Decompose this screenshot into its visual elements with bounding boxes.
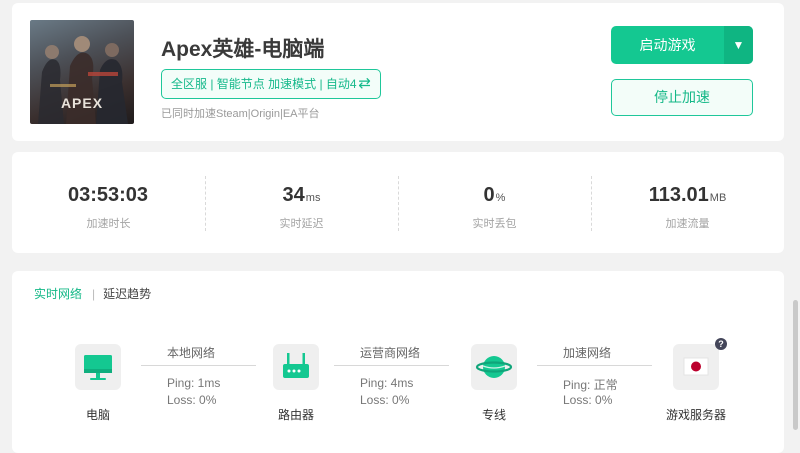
network-tabs: 实时网络 | 延迟趋势 bbox=[34, 285, 151, 302]
monitor-icon bbox=[75, 344, 121, 390]
launch-game-button[interactable]: 启动游戏 ▼ bbox=[611, 26, 753, 64]
stat-latency: 34ms 实时延迟 bbox=[205, 152, 398, 253]
game-card: APEX Apex英雄-电脑端 全区服 | 智能节点 加速模式 | 自动4 ⇄ … bbox=[12, 3, 784, 141]
link-title: 运营商网络 bbox=[360, 346, 421, 360]
link-loss: Loss: 0% bbox=[167, 393, 217, 407]
stat-packet-loss: 0% 实时丢包 bbox=[398, 152, 591, 253]
tab-separator: | bbox=[92, 287, 96, 301]
stat-label: 加速流量 bbox=[665, 218, 710, 230]
launch-game-label[interactable]: 启动游戏 bbox=[611, 26, 724, 64]
stop-acceleration-button[interactable]: 停止加速 bbox=[611, 79, 753, 116]
japan-flag-icon bbox=[673, 344, 719, 390]
launch-dropdown-icon[interactable]: ▼ bbox=[724, 26, 753, 64]
stat-duration: 03:53:03 加速时长 bbox=[12, 152, 205, 253]
help-icon[interactable]: ? bbox=[715, 338, 727, 350]
network-card: 实时网络 | 延迟趋势 电脑 本地网络 Ping: 1ms Loss: 0% 路… bbox=[12, 271, 784, 453]
stats-card: 03:53:03 加速时长 34ms 实时延迟 0% 实时丢包 113.01MB… bbox=[12, 152, 784, 253]
link-line bbox=[334, 365, 449, 366]
game-thumbnail: APEX bbox=[30, 20, 134, 124]
stat-value: 03:53:03 bbox=[67, 184, 149, 206]
tab-realtime-network[interactable]: 实时网络 bbox=[34, 287, 82, 301]
stat-value: 34ms bbox=[282, 184, 321, 206]
planet-icon bbox=[471, 344, 517, 390]
platform-note: 已同时加速Steam|Origin|EA平台 bbox=[161, 108, 320, 120]
accel-mode-text: 全区服 | 智能节点 加速模式 | 自动4 bbox=[171, 77, 357, 91]
swap-arrows-icon[interactable]: ⇄ bbox=[358, 70, 371, 98]
link-loss: Loss: 0% bbox=[563, 393, 613, 407]
link-ping: Ping: 1ms bbox=[167, 376, 221, 390]
stat-label: 实时丢包 bbox=[472, 218, 517, 230]
node-label: 电脑 bbox=[85, 408, 110, 422]
link-line bbox=[537, 365, 652, 366]
scrollbar[interactable] bbox=[792, 0, 800, 453]
apex-logo: APEX bbox=[61, 95, 103, 111]
scrollbar-thumb[interactable] bbox=[793, 300, 798, 430]
router-icon bbox=[273, 344, 319, 390]
link-loss: Loss: 0% bbox=[360, 393, 410, 407]
game-title: Apex英雄-电脑端 bbox=[161, 38, 325, 61]
node-label: 路由器 bbox=[277, 408, 314, 422]
stat-traffic: 113.01MB 加速流量 bbox=[591, 152, 784, 253]
stat-value: 113.01MB bbox=[648, 184, 727, 206]
node-label: 专线 bbox=[481, 408, 506, 422]
stat-value: 0% bbox=[483, 184, 506, 206]
node-label: 游戏服务器 bbox=[665, 408, 726, 422]
link-ping: Ping: 4ms bbox=[360, 376, 414, 390]
accel-mode-tag[interactable]: 全区服 | 智能节点 加速模式 | 自动4 ⇄ bbox=[161, 69, 381, 99]
link-title: 本地网络 bbox=[167, 346, 216, 360]
link-title: 加速网络 bbox=[563, 346, 612, 360]
tab-latency-trend[interactable]: 延迟趋势 bbox=[103, 287, 151, 301]
link-ping: Ping: 正常 bbox=[563, 378, 618, 392]
link-line bbox=[141, 365, 256, 366]
stat-label: 加速时长 bbox=[86, 218, 131, 230]
stat-label: 实时延迟 bbox=[279, 218, 324, 230]
